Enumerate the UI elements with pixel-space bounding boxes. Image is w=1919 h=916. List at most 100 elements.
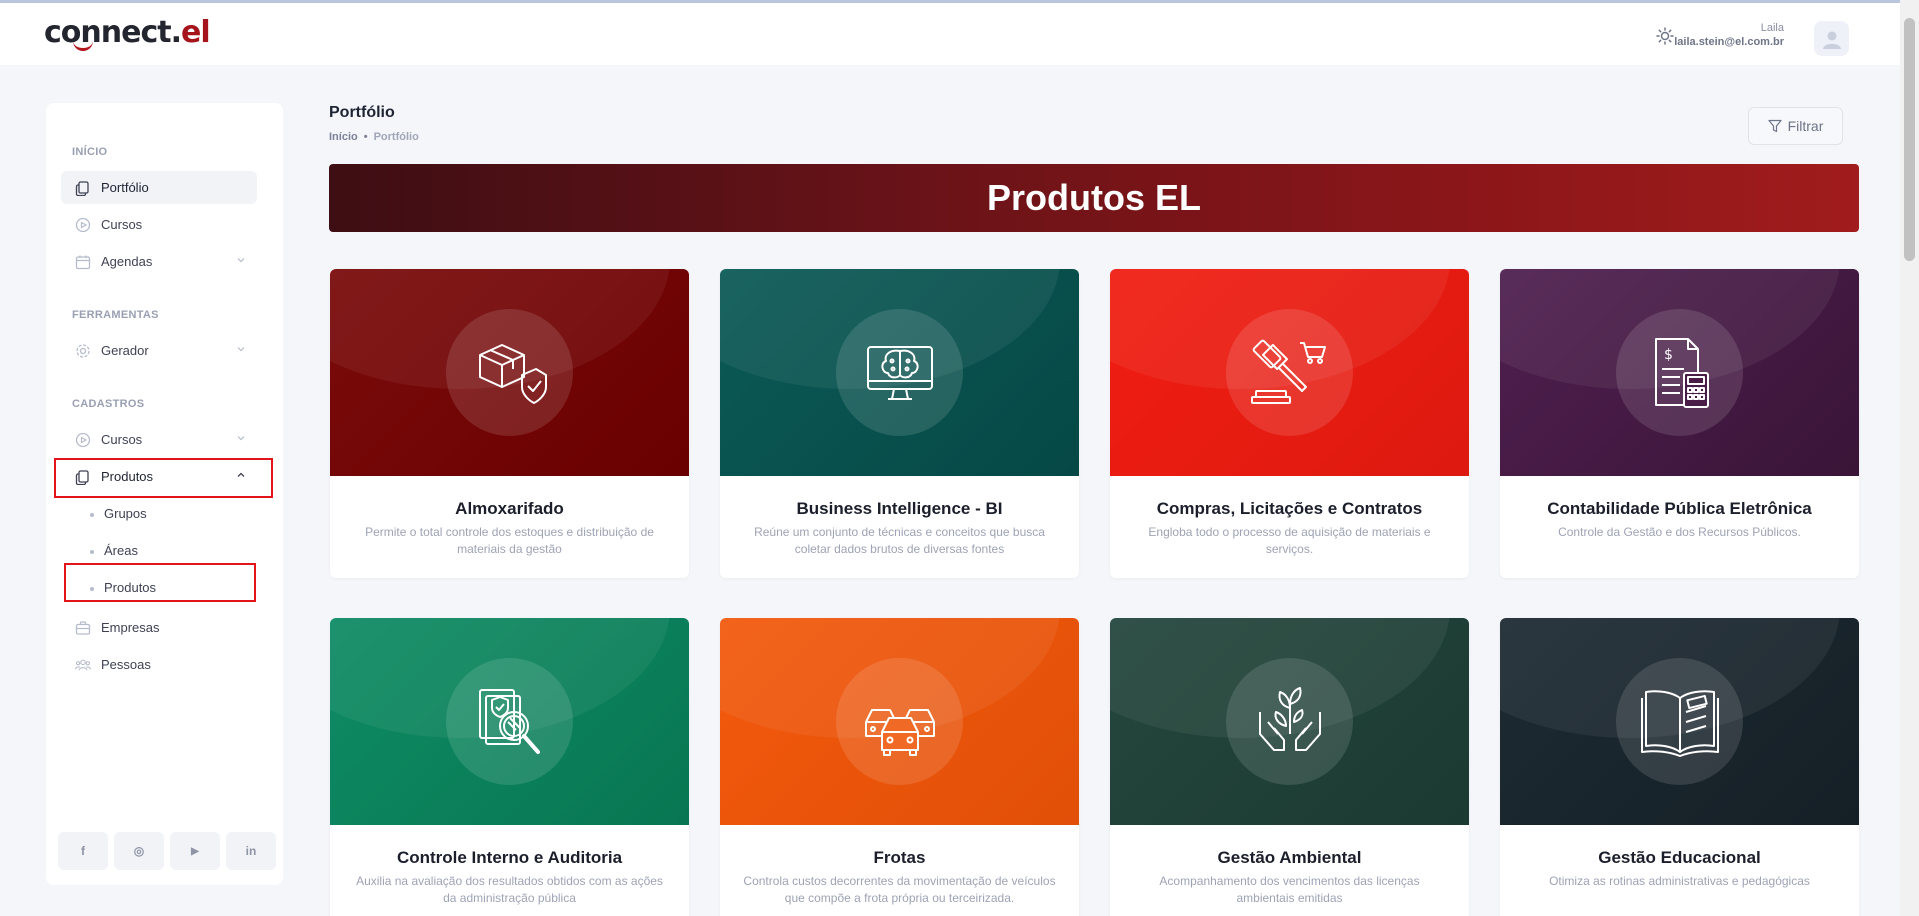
card-icon-circle <box>1226 309 1353 436</box>
facebook-icon[interactable]: f <box>58 832 108 870</box>
filter-button[interactable]: Filtrar <box>1748 107 1843 145</box>
card-title: Contabilidade Pública Eletrônica <box>1547 499 1812 518</box>
card-title: Business Intelligence - BI <box>796 499 1003 518</box>
sidebar-subitem-areas[interactable]: Áreas <box>90 543 138 558</box>
page-title: Portfólio <box>329 104 395 121</box>
card-description: Reúne um conjunto de técnicas e conceito… <box>754 525 1045 556</box>
user-avatar-button[interactable] <box>1814 21 1849 56</box>
card-icon-circle <box>446 309 573 436</box>
sidebar-subitem-label: Áreas <box>104 543 138 558</box>
sidebar-item-portfolio[interactable]: Portfólio <box>61 171 257 204</box>
breadcrumb-current: Portfólio <box>373 131 419 143</box>
breadcrumb-separator: • <box>363 131 368 143</box>
sidebar-item-label: Portfólio <box>101 180 149 195</box>
open-book-icon <box>1640 689 1719 757</box>
product-card[interactable]: Gestão Ambiental Acompanhamento dos venc… <box>1110 618 1469 916</box>
card-icon-circle: $ <box>1616 309 1743 436</box>
sidebar-item-label: Agendas <box>101 254 153 269</box>
sidebar-item-cursos[interactable]: Cursos <box>61 208 257 241</box>
sidebar-subitem-grupos[interactable]: Grupos <box>90 506 147 521</box>
social-links: f ◎ ▶ in <box>58 832 276 870</box>
sidebar-section-inicio: INÍCIO <box>72 146 108 158</box>
card-description: Acompanhamento dos vencimentos das licen… <box>1159 874 1420 905</box>
sidebar-item-label: Cursos <box>101 217 143 232</box>
breadcrumb: Início • Portfólio <box>329 131 419 143</box>
card-description: Otimiza as rotinas administrativas e ped… <box>1549 874 1810 888</box>
gavel-cart-icon <box>1250 339 1326 404</box>
bullet-dot <box>90 512 94 517</box>
card-header <box>330 269 689 476</box>
hands-plant-icon <box>1258 686 1321 751</box>
sun-icon[interactable] <box>1656 27 1674 45</box>
product-card[interactable]: Frotas Controla custos decorrentes da mo… <box>720 618 1079 916</box>
card-icon-circle <box>446 658 573 785</box>
briefcase-icon <box>75 620 91 636</box>
card-header <box>330 618 689 825</box>
user-avatar-icon <box>1822 31 1841 49</box>
linkedin-icon[interactable]: in <box>226 832 276 870</box>
app-logo[interactable]: connect.el <box>44 15 211 50</box>
card-title: Frotas <box>873 848 926 867</box>
card-icon-circle <box>1226 658 1353 785</box>
sidebar-item-empresas[interactable]: Empresas <box>61 611 257 644</box>
card-icon-circle <box>1616 658 1743 785</box>
instagram-icon[interactable]: ◎ <box>114 832 164 870</box>
product-card[interactable]: Almoxarifado Permite o total controle do… <box>330 269 689 578</box>
product-card[interactable]: Gestão Educacional Otimiza as rotinas ad… <box>1500 618 1859 916</box>
play-circle-icon <box>75 217 91 233</box>
user-name: Laila <box>1760 22 1784 34</box>
users-icon <box>75 657 91 673</box>
sidebar-item-cadastro-cursos[interactable]: Cursos <box>61 423 257 456</box>
sidebar-item-label: Pessoas <box>101 657 151 672</box>
box-shield-icon <box>478 343 547 404</box>
card-description: Auxilia na avaliação dos resultados obti… <box>356 874 663 905</box>
chevron-down-icon <box>237 347 245 352</box>
sidebar-item-agendas[interactable]: Agendas <box>61 245 257 278</box>
card-description: Permite o total controle dos estoques e … <box>365 525 654 556</box>
files-icon <box>75 180 91 196</box>
highlight-box-subitem-produtos <box>64 563 256 602</box>
sidebar-item-gerador[interactable]: Gerador <box>61 334 257 367</box>
sidebar-item-label: Empresas <box>101 620 160 635</box>
chevron-down-icon <box>237 258 245 263</box>
chevron-down-icon <box>237 436 245 441</box>
invoice-calculator-icon: $ <box>1654 337 1709 408</box>
breadcrumb-link-inicio[interactable]: Início <box>329 131 358 143</box>
svg-text:$: $ <box>1664 347 1673 363</box>
filter-icon <box>1768 119 1782 133</box>
sidebar-item-label: Gerador <box>101 343 149 358</box>
card-title: Gestão Educacional <box>1598 848 1761 867</box>
card-title: Almoxarifado <box>455 499 564 518</box>
product-card[interactable]: Business Intelligence - BI Reúne um conj… <box>720 269 1079 578</box>
card-header <box>1110 618 1469 825</box>
product-card[interactable]: Compras, Licitações e Contratos Engloba … <box>1110 269 1469 578</box>
scrollbar-thumb[interactable] <box>1904 18 1915 261</box>
play-circle-icon <box>75 432 91 448</box>
card-header <box>720 269 1079 476</box>
cars-icon <box>864 708 935 756</box>
youtube-icon[interactable]: ▶ <box>170 832 220 870</box>
product-card[interactable]: $ Contabilidade Pública Eletrônica Contr… <box>1500 269 1859 578</box>
card-icon-circle <box>836 658 963 785</box>
product-card[interactable]: Controle Interno e Auditoria Auxilia na … <box>330 618 689 916</box>
card-description: Controla custos decorrentes da movimenta… <box>743 874 1056 905</box>
user-email: laila.stein@el.com.br <box>1674 36 1784 48</box>
card-description: Controle da Gestão e dos Recursos Públic… <box>1558 525 1801 539</box>
gear-icon <box>75 343 91 359</box>
card-icon-circle <box>836 309 963 436</box>
brain-monitor-icon <box>866 345 933 400</box>
card-title: Gestão Ambiental <box>1217 848 1362 867</box>
products-banner: Produtos EL <box>329 164 1859 232</box>
top-header: connect.el Laila laila.stein@el.com.br <box>0 3 1900 65</box>
document-magnifier-icon <box>478 688 540 754</box>
card-header <box>1110 269 1469 476</box>
sidebar-section-ferramentas: FERRAMENTAS <box>72 309 159 321</box>
sidebar-item-label: Cursos <box>101 432 143 447</box>
sidebar-item-pessoas[interactable]: Pessoas <box>61 648 257 681</box>
card-title: Compras, Licitações e Contratos <box>1156 499 1423 518</box>
page-scrollbar[interactable] <box>1900 0 1919 916</box>
card-header: $ <box>1500 269 1859 476</box>
sidebar-section-cadastros: CADASTROS <box>72 398 145 410</box>
card-title: Controle Interno e Auditoria <box>396 848 623 867</box>
card-header <box>720 618 1079 825</box>
